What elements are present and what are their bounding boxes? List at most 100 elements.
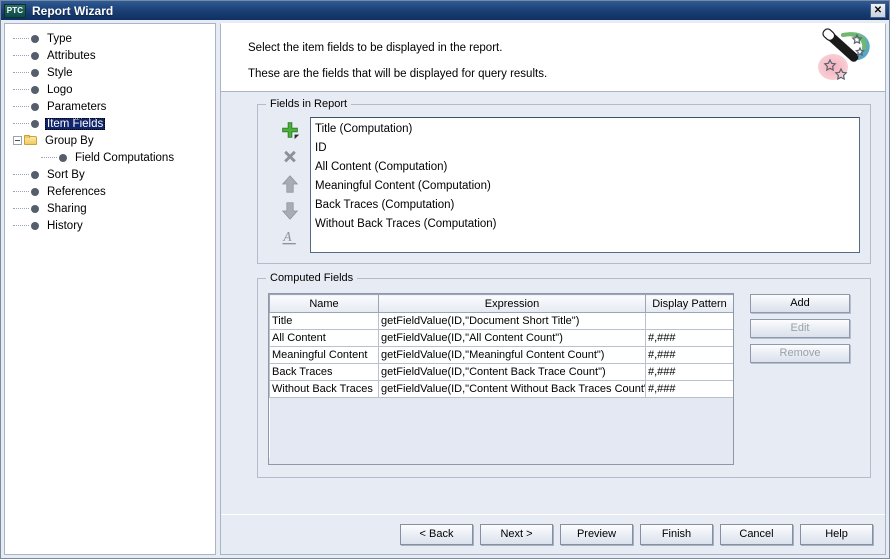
- next-button[interactable]: Next >: [480, 524, 553, 545]
- preview-button[interactable]: Preview: [560, 524, 633, 545]
- bullet-icon: [59, 153, 67, 162]
- window-title: Report Wizard: [32, 3, 114, 18]
- table-empty-area: [269, 397, 733, 458]
- title-bar: PTC Report Wizard ✕: [1, 1, 889, 20]
- table-row[interactable]: Title getFieldValue(ID,"Document Short Ti…: [269, 312, 733, 330]
- list-item[interactable]: ID: [313, 139, 859, 158]
- bullet-icon: [31, 170, 39, 179]
- sidebar-item-field-computations[interactable]: Field Computations: [5, 149, 215, 166]
- add-field-icon[interactable]: [278, 119, 302, 141]
- tree-connector: [13, 173, 29, 176]
- remove-field-icon[interactable]: [278, 146, 302, 168]
- sidebar-item-history[interactable]: History: [5, 217, 215, 234]
- list-item[interactable]: Back Traces (Computation): [313, 196, 859, 215]
- cell-expression[interactable]: getFieldValue(ID,"Meaningful Content Cou…: [378, 346, 646, 364]
- sidebar-item-label: Attributes: [47, 49, 96, 62]
- sidebar-item-label: History: [47, 219, 83, 232]
- finish-button[interactable]: Finish: [640, 524, 713, 545]
- cell-name[interactable]: Back Traces: [269, 363, 379, 381]
- fields-in-report-list[interactable]: Title (Computation) ID All Content (Comput…: [310, 117, 860, 253]
- bullet-icon: [31, 51, 39, 60]
- move-down-icon[interactable]: [278, 200, 302, 222]
- magic-wand-icon: [818, 28, 870, 81]
- tree-connector: [13, 37, 29, 40]
- computed-fields-group: Computed Fields Name Expression Display Pa…: [257, 272, 871, 478]
- bullet-icon: [31, 187, 39, 196]
- table-row[interactable]: Without Back Traces getFieldValue(ID,"Con…: [269, 380, 733, 398]
- back-button[interactable]: < Back: [400, 524, 473, 545]
- content-inner: Fields in Report A Title (Computation) ID…: [221, 92, 885, 514]
- bullet-icon: [31, 102, 39, 111]
- bullet-icon: [31, 68, 39, 77]
- sidebar-item-label: Logo: [47, 83, 73, 96]
- sidebar-item-label: Parameters: [47, 100, 107, 113]
- move-up-icon[interactable]: [278, 173, 302, 195]
- table-header-row: Name Expression Display Pattern: [269, 294, 733, 313]
- table-row[interactable]: Meaningful Content getFieldValue(ID,"Mean…: [269, 346, 733, 364]
- sidebar-item-group-by[interactable]: Group By: [5, 132, 215, 149]
- tree-connector: [41, 156, 57, 159]
- sidebar-item-type[interactable]: Type: [5, 30, 215, 47]
- cell-expression[interactable]: getFieldValue(ID,"Content Back Trace Cou…: [378, 363, 646, 381]
- table-row[interactable]: All Content getFieldValue(ID,"All Content…: [269, 329, 733, 347]
- tree-connector: [13, 54, 29, 57]
- list-item[interactable]: All Content (Computation): [313, 158, 859, 177]
- fields-toolbar: A: [270, 117, 310, 253]
- column-header[interactable]: Expression: [378, 294, 646, 313]
- sidebar-item-parameters[interactable]: Parameters: [5, 98, 215, 115]
- cell-expression[interactable]: getFieldValue(ID,"Content Without Back T…: [378, 380, 646, 398]
- instruction-line-2: These are the fields that will be displa…: [248, 68, 548, 80]
- edit-button: Edit: [750, 319, 850, 338]
- cell-display-pattern[interactable]: #,###: [645, 329, 733, 347]
- cell-expression[interactable]: getFieldValue(ID,"All Content Count"): [378, 329, 646, 347]
- remove-button: Remove: [750, 344, 850, 363]
- list-item[interactable]: Meaningful Content (Computation): [313, 177, 859, 196]
- cell-display-pattern[interactable]: #,###: [645, 346, 733, 364]
- sidebar-item-logo[interactable]: Logo: [5, 81, 215, 98]
- cell-name[interactable]: Title: [269, 312, 379, 330]
- help-button[interactable]: Help: [800, 524, 873, 545]
- table-empty-cell: [269, 397, 733, 458]
- cancel-button[interactable]: Cancel: [720, 524, 793, 545]
- close-icon[interactable]: ✕: [870, 3, 886, 18]
- column-header[interactable]: Display Pattern: [645, 294, 733, 313]
- cell-display-pattern[interactable]: [645, 312, 733, 330]
- computed-fields-table-wrap[interactable]: Name Expression Display Pattern Title getFi…: [268, 293, 734, 465]
- window-body: Type Attributes Style Logo Parameters Item Fi…: [1, 20, 889, 558]
- computed-fields-table[interactable]: Name Expression Display Pattern Title getFi…: [269, 294, 733, 458]
- computed-fields-buttons: Add Edit Remove: [750, 293, 850, 465]
- wizard-step-tree[interactable]: Type Attributes Style Logo Parameters Item Fi…: [4, 23, 216, 555]
- bullet-icon: [31, 204, 39, 213]
- sidebar-item-label: Field Computations: [75, 151, 175, 164]
- list-item[interactable]: Title (Computation): [313, 120, 859, 139]
- sidebar-item-sharing[interactable]: Sharing: [5, 200, 215, 217]
- sidebar-item-label: Style: [47, 66, 73, 79]
- table-row[interactable]: Back Traces getFieldValue(ID,"Content Bac…: [269, 363, 733, 381]
- instruction-header: Select the item fields to be displayed i…: [221, 24, 885, 92]
- bullet-icon: [31, 85, 39, 94]
- tree-connector: [13, 88, 29, 91]
- sidebar-item-sort-by[interactable]: Sort By: [5, 166, 215, 183]
- sidebar-item-references[interactable]: References: [5, 183, 215, 200]
- folder-icon: [24, 135, 38, 146]
- cell-name[interactable]: Without Back Traces: [269, 380, 379, 398]
- cell-display-pattern[interactable]: #,###: [645, 380, 733, 398]
- sidebar-item-style[interactable]: Style: [5, 64, 215, 81]
- cell-name[interactable]: All Content: [269, 329, 379, 347]
- report-wizard-window: PTC Report Wizard ✕ Type Attributes Style L…: [0, 0, 890, 559]
- tree-connector: [13, 122, 29, 125]
- cell-display-pattern[interactable]: #,###: [645, 363, 733, 381]
- list-item[interactable]: Without Back Traces (Computation): [313, 215, 859, 234]
- svg-text:A: A: [282, 229, 292, 244]
- sidebar-item-label: Sort By: [47, 168, 85, 181]
- add-button[interactable]: Add: [750, 294, 850, 313]
- cell-expression[interactable]: getFieldValue(ID,"Document Short Title"): [378, 312, 646, 330]
- sidebar-item-label: Type: [47, 32, 72, 45]
- sidebar-item-label: Sharing: [47, 202, 87, 215]
- tree-expander-minus-icon[interactable]: [13, 136, 22, 145]
- column-header[interactable]: Name: [269, 294, 379, 313]
- sidebar-item-attributes[interactable]: Attributes: [5, 47, 215, 64]
- rename-field-icon[interactable]: A: [278, 227, 302, 249]
- cell-name[interactable]: Meaningful Content: [269, 346, 379, 364]
- sidebar-item-item-fields[interactable]: Item Fields: [5, 115, 215, 132]
